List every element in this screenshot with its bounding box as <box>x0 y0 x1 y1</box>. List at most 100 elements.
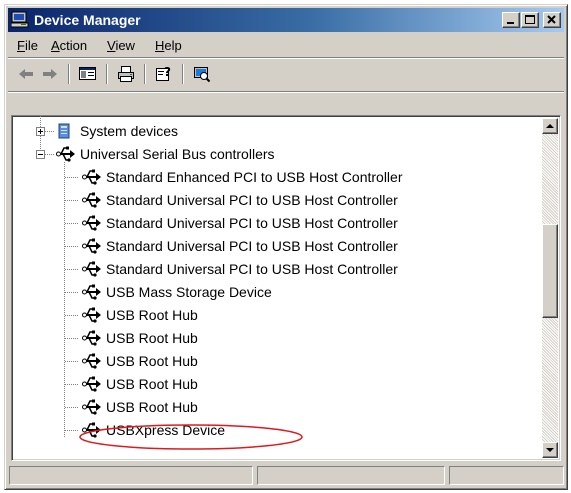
tree-node-device[interactable]: USB Root Hub <box>12 304 532 327</box>
status-pane-main <box>9 466 253 485</box>
toolbar-separator-line <box>8 91 564 93</box>
print-icon <box>118 66 134 82</box>
scroll-up-button[interactable] <box>542 118 558 134</box>
minus-icon <box>38 154 43 155</box>
tree-node-device[interactable]: Standard Universal PCI to USB Host Contr… <box>12 258 532 281</box>
usb-icon <box>56 145 76 163</box>
minimize-button[interactable] <box>502 12 520 28</box>
system-devices-icon <box>56 122 76 140</box>
tree-node-label: USB Mass Storage Device <box>106 284 272 300</box>
tree-node-label: USB Root Hub <box>106 376 198 392</box>
usb-icon <box>82 306 102 324</box>
back-arrow-icon <box>19 69 33 79</box>
minimize-icon <box>507 22 514 24</box>
tree-node-label: Standard Universal PCI to USB Host Contr… <box>106 261 398 277</box>
menu-help[interactable]: Help <box>152 37 185 55</box>
scroll-thumb[interactable] <box>542 224 558 318</box>
tree-line <box>65 223 79 224</box>
menu-view[interactable]: View <box>104 37 138 55</box>
window-title: Device Manager <box>34 12 141 28</box>
toolbar-separator <box>68 64 70 84</box>
tree-line <box>65 292 79 293</box>
title-bar[interactable]: Device Manager <box>8 8 564 32</box>
tree-node-device[interactable]: USB Root Hub <box>12 327 532 350</box>
help-icon: ? <box>156 65 171 81</box>
scan-hardware-button[interactable] <box>190 63 214 85</box>
tree-node-device[interactable]: Standard Universal PCI to USB Host Contr… <box>12 235 532 258</box>
forward-arrow-icon <box>43 69 57 79</box>
tree-node-device[interactable]: Standard Universal PCI to USB Host Contr… <box>12 212 532 235</box>
arrow-up-icon <box>546 124 554 128</box>
highlight-ellipse <box>79 424 303 450</box>
menu-bar: File Action View Help <box>8 34 564 56</box>
tree-line <box>65 177 79 178</box>
svg-text:?: ? <box>164 65 171 79</box>
device-tree[interactable]: System devices Universal Serial Bus cont… <box>11 115 561 461</box>
usb-icon <box>82 283 102 301</box>
tree-node-usb-controllers[interactable]: Universal Serial Bus controllers <box>12 143 532 166</box>
tree-node-label: System devices <box>80 123 179 139</box>
usb-icon <box>82 168 102 186</box>
tree-node-label: Standard Enhanced PCI to USB Host Contro… <box>106 169 403 185</box>
expand-toggle[interactable] <box>36 127 45 136</box>
show-hide-console-tree-icon <box>79 67 96 80</box>
maximize-button[interactable] <box>521 12 539 28</box>
tree-line <box>65 315 79 316</box>
tree-node-label: Standard Universal PCI to USB Host Contr… <box>106 215 398 231</box>
toolbar-separator <box>144 64 146 84</box>
tree-node-label: USB Root Hub <box>106 330 198 346</box>
tree-node-system-devices[interactable]: System devices <box>12 120 532 143</box>
scan-hardware-icon <box>194 67 211 83</box>
usb-icon <box>82 375 102 393</box>
print-button[interactable] <box>114 63 138 85</box>
status-pane-2 <box>257 466 445 485</box>
status-bar <box>8 464 564 486</box>
tree-node-device[interactable]: USB Root Hub <box>12 373 532 396</box>
usb-icon <box>82 237 102 255</box>
close-icon <box>547 15 556 24</box>
arrow-down-icon <box>546 448 554 452</box>
usb-icon <box>82 329 102 347</box>
menu-action[interactable]: Action <box>48 37 90 55</box>
usb-icon <box>82 214 102 232</box>
toolbar-separator <box>106 64 108 84</box>
tree-node-label: USB Root Hub <box>106 353 198 369</box>
tree-line <box>65 246 79 247</box>
status-pane-3 <box>449 466 564 485</box>
tree-node-device[interactable]: USB Root Hub <box>12 396 532 419</box>
collapse-toggle[interactable] <box>36 150 45 159</box>
usb-icon <box>82 191 102 209</box>
vertical-scrollbar[interactable] <box>542 118 558 458</box>
tree-node-device[interactable]: Standard Universal PCI to USB Host Contr… <box>12 189 532 212</box>
tree-node-label: Standard Universal PCI to USB Host Contr… <box>106 192 398 208</box>
forward-button[interactable] <box>38 63 62 85</box>
help-button[interactable]: ? <box>152 63 176 85</box>
tree-line <box>65 269 79 270</box>
tree-node-label: USB Root Hub <box>106 307 198 323</box>
usb-icon <box>82 352 102 370</box>
tree-line <box>65 430 79 431</box>
maximize-icon <box>525 15 535 24</box>
tree-node-label: Standard Universal PCI to USB Host Contr… <box>106 238 398 254</box>
show-hide-console-tree-button[interactable] <box>76 63 100 85</box>
plus-icon <box>38 129 43 134</box>
close-button[interactable] <box>543 12 561 28</box>
computer-icon <box>10 11 29 29</box>
device-manager-window: Device Manager File Action View Help ? S… <box>4 4 568 490</box>
tree-node-device[interactable]: Standard Enhanced PCI to USB Host Contro… <box>12 166 532 189</box>
tree-node-label: Universal Serial Bus controllers <box>80 146 275 162</box>
menu-file[interactable]: File <box>14 37 41 55</box>
tree-node-label: USB Root Hub <box>106 399 198 415</box>
back-button[interactable] <box>14 63 38 85</box>
scroll-down-button[interactable] <box>542 442 558 458</box>
toolbar-separator <box>182 64 184 84</box>
tree-node-device[interactable]: USB Root Hub <box>12 350 532 373</box>
usb-icon <box>82 398 102 416</box>
tree-line <box>65 361 79 362</box>
tree-node-device[interactable]: USB Mass Storage Device <box>12 281 532 304</box>
tree-line <box>65 200 79 201</box>
tree-line <box>65 384 79 385</box>
tree-line <box>65 338 79 339</box>
tree-line <box>65 407 79 408</box>
toolbar: ? <box>8 59 564 89</box>
